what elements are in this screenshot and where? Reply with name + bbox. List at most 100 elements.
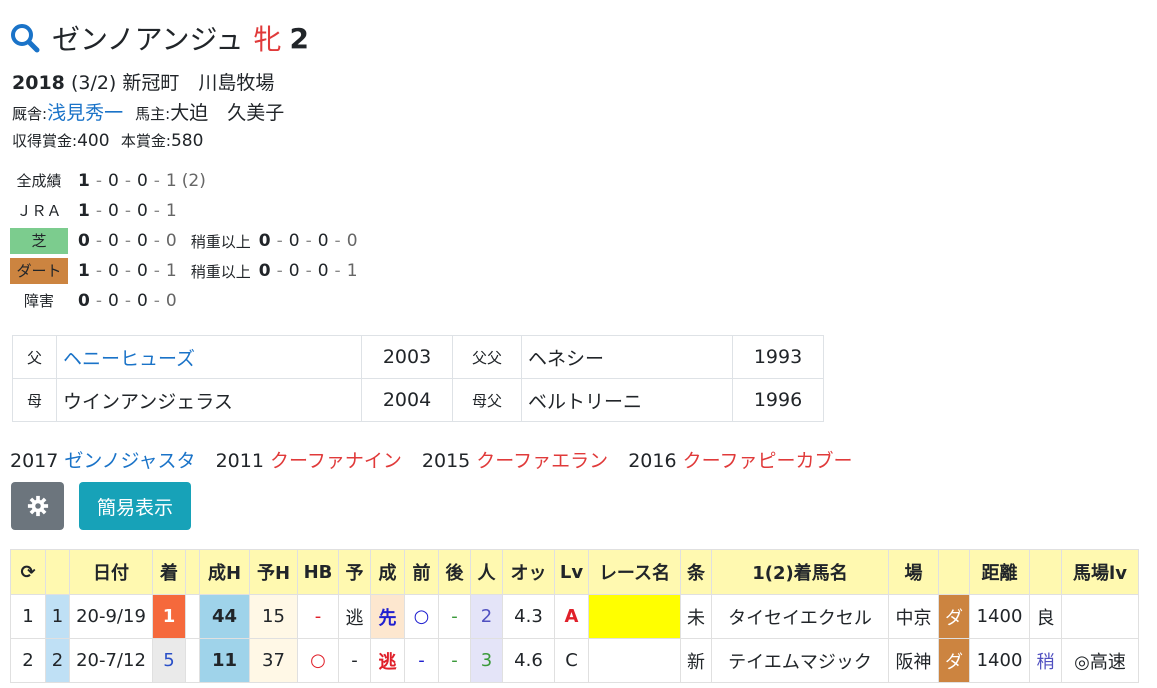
dam-sire-label: 母父	[452, 378, 522, 422]
table-cell	[185, 638, 200, 683]
simple-view-button[interactable]: 簡易表示	[79, 482, 191, 530]
header-col[interactable]: 後	[438, 549, 471, 595]
table-cell: ○	[297, 638, 339, 683]
header-col[interactable]: 1(2)着馬名	[711, 549, 889, 595]
earned-value: 400	[77, 131, 110, 151]
heavy-label: 稍重以上	[190, 232, 251, 251]
sire-sire-name: ヘネシー	[521, 335, 733, 379]
table-cell: 2	[10, 638, 46, 683]
heavy-others: 1	[346, 261, 358, 281]
birth-date: (3/2)	[70, 72, 117, 94]
table-cell[interactable]	[588, 594, 681, 639]
race-table: ⟳ 日付 着 成H 予H HB 予 成 前 後 人 オッ Lv レース名 条 1…	[10, 549, 1139, 683]
table-cell: 2	[470, 594, 503, 639]
header-col[interactable]: 距離	[969, 549, 1030, 595]
table-cell: C	[554, 638, 589, 683]
sibling-link[interactable]: クーファピーカブー	[683, 450, 853, 472]
record-jra: ＪＲＡ 1-0-0-1	[10, 197, 177, 225]
table-cell: -	[338, 638, 371, 683]
header-col[interactable]: HB	[297, 549, 339, 595]
owner-label: 馬主:	[135, 105, 171, 123]
dam-name: ウインアンジェラス	[56, 378, 362, 422]
header-col[interactable]: 馬場lv	[1061, 549, 1139, 595]
header-col[interactable]: 人	[470, 549, 503, 595]
table-cell: ○	[404, 594, 439, 639]
settings-button[interactable]	[11, 482, 64, 530]
header-col[interactable]: 成	[370, 549, 405, 595]
table-cell: 逃	[370, 638, 405, 683]
header-col	[185, 549, 200, 595]
table-cell: -	[438, 594, 471, 639]
header-date[interactable]: 日付	[69, 549, 153, 595]
table-row[interactable]: 1 1 20-9/19 1 44 15 - 逃 先 ○ - 2 4.3 A 未 …	[10, 594, 1139, 639]
sibling-year: 2017	[10, 450, 59, 472]
header-col[interactable]: 予H	[249, 549, 298, 595]
header-col[interactable]: 前	[404, 549, 439, 595]
sibling-link[interactable]: クーファエラン	[476, 450, 608, 472]
header-col[interactable]: 場	[888, 549, 939, 595]
table-cell[interactable]: テイエムマジック	[711, 638, 889, 683]
record-seconds: 0	[107, 171, 119, 191]
owner-name: 大迫 久美子	[170, 102, 285, 124]
refresh-icon[interactable]: ⟳	[10, 549, 46, 595]
sibling-link[interactable]: クーファナイン	[270, 450, 402, 472]
table-cell: ダ	[938, 638, 970, 683]
header-col	[1029, 549, 1062, 595]
sibling-year: 2016	[628, 450, 677, 472]
header-col[interactable]: レース名	[588, 549, 681, 595]
table-cell: A	[554, 594, 589, 639]
table-cell: 中京	[888, 594, 939, 639]
sibling-link[interactable]: ゼンノジャスタ	[64, 450, 195, 472]
sire-sire-year: 1993	[732, 335, 824, 379]
horse-name: ゼンノアンジュ	[52, 23, 244, 56]
connections: 厩舎:浅見秀一 馬主:大迫 久美子	[12, 98, 284, 125]
table-cell: 4.6	[502, 638, 555, 683]
record-seconds: 0	[107, 231, 119, 251]
table-cell: 阪神	[888, 638, 939, 683]
heavy-thirds: 0	[317, 261, 329, 281]
sire-year: 2003	[361, 335, 453, 379]
table-cell: 2	[45, 638, 70, 683]
header-col[interactable]: 成H	[199, 549, 250, 595]
header-col[interactable]: 条	[680, 549, 712, 595]
dam-sire-year: 1996	[732, 378, 824, 422]
header-col[interactable]: 予	[338, 549, 371, 595]
sire-link[interactable]: ヘニーヒューズ	[56, 335, 362, 379]
pedigree-row-sire: 父 ヘニーヒューズ 2003 父父 ヘネシー 1993	[12, 335, 824, 379]
table-cell[interactable]	[588, 638, 681, 683]
table-cell: 37	[249, 638, 298, 683]
heavy-wins: 0	[258, 231, 271, 251]
heavy-seconds: 0	[288, 231, 300, 251]
birth-place: 新冠町 川島牧場	[122, 72, 275, 94]
header-col[interactable]: Lv	[554, 549, 589, 595]
table-cell: 1400	[969, 638, 1030, 683]
table-cell[interactable]: タイセイエクセル	[711, 594, 889, 639]
record-others: 0	[165, 291, 177, 311]
table-cell: 先	[370, 594, 405, 639]
birth-year: 2018	[12, 72, 65, 94]
record-label: 全成績	[16, 172, 62, 190]
heavy-seconds: 0	[288, 261, 300, 281]
dirt-badge: ダート	[10, 258, 68, 284]
horse-sex: 牝	[253, 23, 282, 56]
table-row[interactable]: 2 2 20-7/12 5 11 37 ○ - 逃 - - 3 4.6 C 新 …	[10, 638, 1139, 683]
trainer-link[interactable]: 浅見秀一	[47, 102, 123, 124]
table-cell: 3	[470, 638, 503, 683]
horse-age: 2	[289, 21, 310, 55]
dam-label: 母	[12, 378, 57, 422]
record-label: 障害	[23, 292, 54, 310]
table-cell: 15	[249, 594, 298, 639]
table-cell: 4.3	[502, 594, 555, 639]
header-col[interactable]: オッ	[502, 549, 555, 595]
record-jump: 障害 0-0-0-0	[10, 287, 177, 315]
record-seconds: 0	[107, 201, 119, 221]
header-col	[45, 549, 70, 595]
dam-sire-name: ベルトリーニ	[521, 378, 733, 422]
table-cell	[1061, 594, 1139, 639]
sibling-year: 2015	[421, 450, 471, 472]
search-icon[interactable]	[10, 23, 40, 53]
record-wins: 0	[78, 231, 90, 251]
header-finish[interactable]: 着	[152, 549, 186, 595]
record-others: 1	[165, 201, 177, 221]
birth-info: 2018 (3/2) 新冠町 川島牧場	[12, 68, 274, 95]
